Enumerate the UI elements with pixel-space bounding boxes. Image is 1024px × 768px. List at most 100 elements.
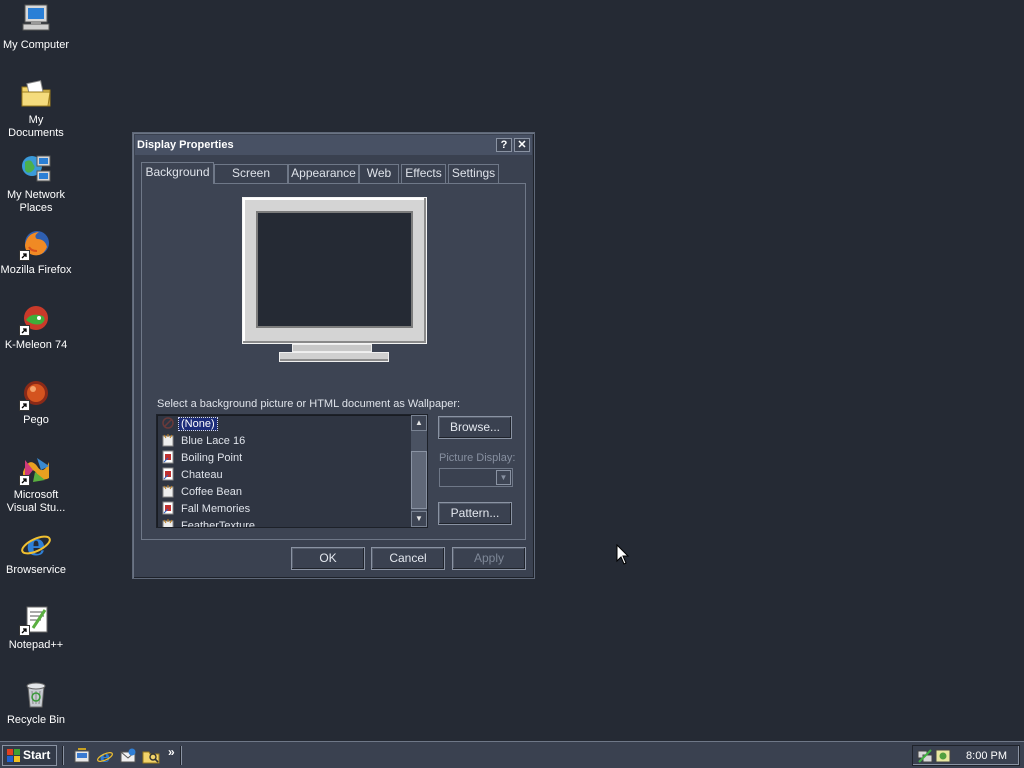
my-documents-icon (19, 77, 53, 111)
wallpaper-item-boiling-point[interactable]: Boiling Point (161, 450, 244, 467)
html-file-icon (161, 467, 175, 481)
recycle-bin-icon (19, 677, 53, 711)
shortcut-arrow-icon (19, 250, 30, 261)
system-tray: 8:00 PM (912, 745, 1020, 766)
desktop-icon-label: Browservice (6, 564, 66, 576)
wallpaper-item-label: (None) (178, 417, 218, 431)
my-computer-icon (19, 2, 53, 36)
monitor-base (279, 352, 389, 362)
wallpaper-item-label: Blue Lace 16 (181, 435, 246, 447)
desktop-icon-label: My Network Places (6, 189, 66, 214)
desktop-icon-pego[interactable]: Pego (0, 377, 72, 427)
window-title: Display Properties (137, 139, 234, 151)
html-file-icon (161, 501, 175, 515)
desktop-icon-label: Recycle Bin (6, 714, 66, 726)
internet-explorer-icon: e (19, 527, 53, 561)
scroll-thumb[interactable] (411, 451, 427, 509)
help-button[interactable]: ? (496, 138, 512, 152)
wallpaper-item-label: FeatherTexture (181, 520, 255, 528)
monitor-screen (256, 211, 413, 328)
internet-explorer-icon[interactable]: e (96, 747, 114, 765)
desktop-icon-network-places[interactable]: My Network Places (0, 152, 72, 215)
wallpaper-item-label: Boiling Point (181, 452, 243, 464)
close-button[interactable]: ✕ (514, 138, 530, 152)
desktop-icon-visual-studio[interactable]: Microsoft Visual Stu... (0, 452, 72, 515)
mouse-cursor-icon (616, 544, 630, 565)
shortcut-arrow-icon (19, 325, 30, 336)
wallpaper-label: Select a background picture or HTML docu… (157, 398, 461, 410)
wallpaper-item-fall-memories[interactable]: Fall Memories (161, 501, 252, 518)
wallpaper-item-label: Fall Memories (181, 503, 251, 515)
picture-display-label: Picture Display: (439, 452, 516, 464)
image-file-icon (161, 484, 175, 498)
taskbar: Start e » 8:00 PM (0, 741, 1024, 768)
none-icon (161, 416, 175, 430)
pattern-button[interactable]: Pattern... (438, 502, 512, 525)
taskbar-clock[interactable]: 8:00 PM (966, 746, 1007, 767)
desktop-icon-label: Notepad++ (8, 639, 64, 651)
network-tray-icon[interactable] (917, 748, 933, 764)
wallpaper-item-none[interactable]: (None) (161, 416, 218, 433)
network-places-icon (19, 152, 53, 186)
desktop-icon-label: Microsoft Visual Stu... (6, 489, 66, 514)
monitor-preview (242, 197, 427, 344)
monitor-stand (292, 344, 372, 352)
wallpaper-item-blue-lace[interactable]: Blue Lace 16 (161, 433, 247, 450)
browse-button[interactable]: Browse... (438, 416, 512, 439)
image-file-icon (161, 433, 175, 447)
wallpaper-item-feather-texture[interactable]: FeatherTexture (161, 518, 257, 528)
pego-icon (19, 377, 53, 411)
tab-appearance[interactable]: Appearance (288, 164, 359, 183)
ok-button[interactable]: OK (291, 547, 365, 570)
html-file-icon (161, 450, 175, 464)
quick-launch-overflow[interactable]: » (168, 745, 175, 759)
scroll-up-button[interactable]: ▲ (411, 415, 427, 431)
desktop-icon-firefox[interactable]: Mozilla Firefox (0, 227, 72, 277)
desktop-icon-k-meleon[interactable]: K-Meleon 74 (0, 302, 72, 352)
desktop-icon-label: My Computer (2, 39, 70, 51)
wallpaper-item-coffee-bean[interactable]: Coffee Bean (161, 484, 244, 501)
picture-display-select[interactable]: ▼ (439, 468, 513, 487)
desktop-icon-recycle-bin[interactable]: Recycle Bin (0, 677, 72, 727)
wallpaper-item-chateau[interactable]: Chateau (161, 467, 225, 484)
wallpaper-item-label: Coffee Bean (181, 486, 242, 498)
tab-settings[interactable]: Settings (448, 164, 499, 183)
tab-background[interactable]: Background (141, 162, 214, 184)
k-meleon-icon (19, 302, 53, 336)
wallpaper-listbox[interactable]: (None) Blue Lace 16 Boiling Point Chatea… (156, 414, 428, 528)
desktop-icon-my-computer[interactable]: My Computer (0, 2, 72, 52)
display-properties-window: Display Properties ? ✕ Background Screen… (132, 132, 535, 579)
outlook-express-icon[interactable] (119, 747, 137, 765)
desktop-icon-notepad-plus-plus[interactable]: Notepad++ (0, 602, 72, 652)
notepad-plus-plus-icon (19, 602, 53, 636)
tab-screen-saver[interactable]: Screen Saver (214, 164, 288, 197)
shortcut-arrow-icon (19, 475, 30, 486)
cancel-button[interactable]: Cancel (371, 547, 445, 570)
tab-web[interactable]: Web (359, 164, 399, 183)
image-file-icon (161, 518, 175, 527)
tab-effects[interactable]: Effects (401, 164, 446, 183)
show-desktop-icon[interactable] (73, 747, 91, 765)
shortcut-arrow-icon (19, 625, 30, 636)
chevron-down-icon[interactable]: ▼ (496, 470, 511, 485)
background-tab-panel: Select a background picture or HTML docu… (141, 183, 526, 540)
desktop-icon-label: Pego (23, 414, 49, 426)
title-bar[interactable]: Display Properties ? ✕ (135, 135, 532, 155)
visual-studio-icon (19, 452, 53, 486)
scroll-down-button[interactable]: ▼ (411, 511, 427, 527)
apply-button[interactable]: Apply (452, 547, 526, 570)
windows-explorer-icon[interactable] (142, 747, 160, 765)
start-button[interactable]: Start (2, 745, 57, 766)
desktop-icon-label: Mozilla Firefox (0, 264, 72, 276)
desktop-icon-my-documents[interactable]: My Documents (0, 77, 72, 140)
wallpaper-item-label: Chateau (181, 469, 223, 481)
taskbar-separator (62, 746, 64, 765)
firefox-icon (19, 227, 53, 261)
wallpaper-scrollbar[interactable]: ▲ ▼ (411, 415, 427, 527)
app-tray-icon[interactable] (935, 748, 951, 764)
desktop-icon-label: K-Meleon 74 (4, 339, 68, 351)
taskbar-separator (180, 746, 182, 765)
shortcut-arrow-icon (19, 400, 30, 411)
windows-flag-icon (7, 749, 20, 762)
desktop-icon-browservice[interactable]: e Browservice (0, 527, 72, 577)
